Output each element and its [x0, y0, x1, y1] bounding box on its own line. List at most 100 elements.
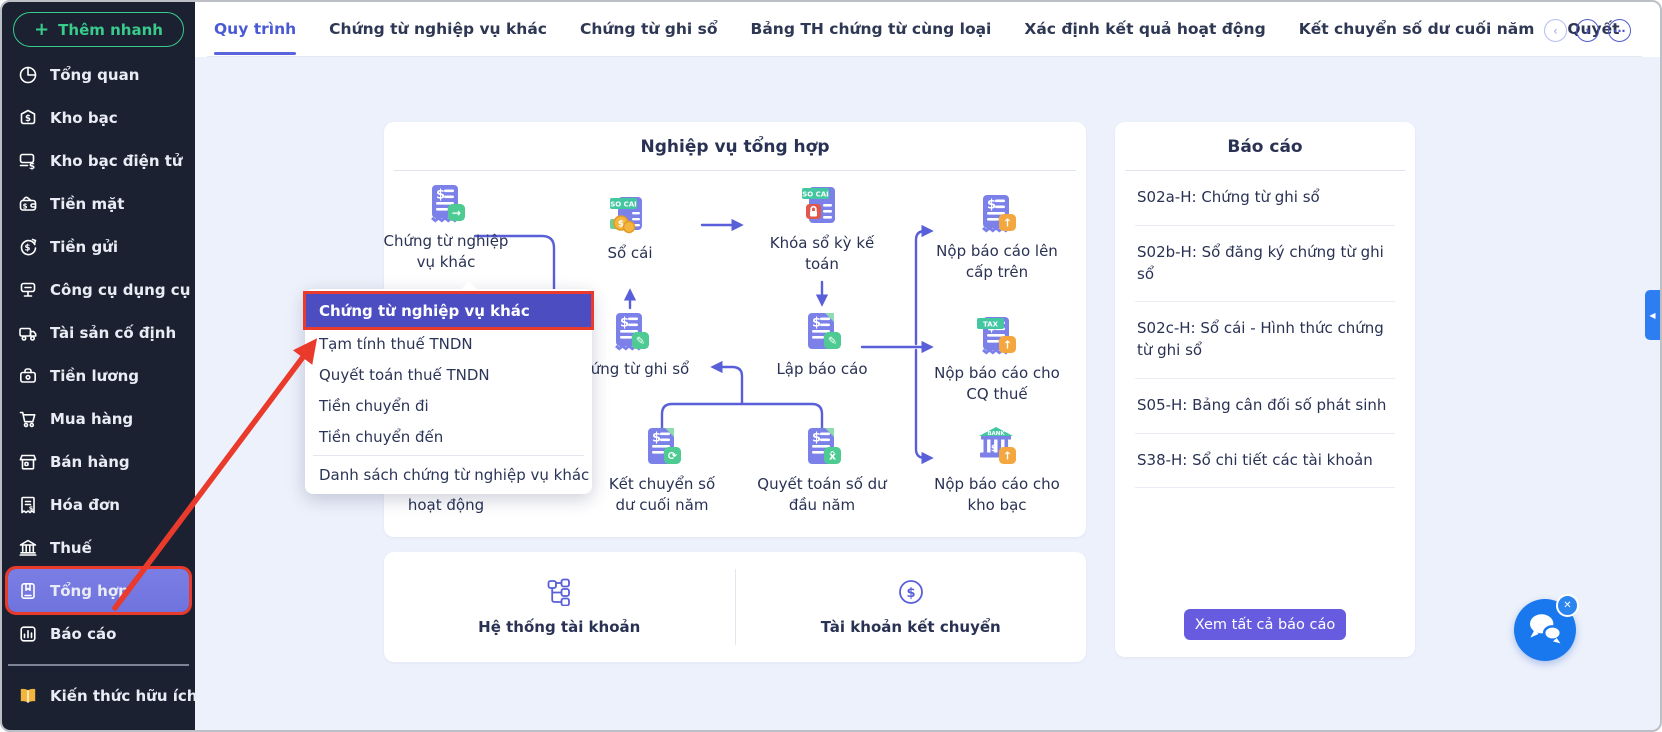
flow-node-label: Khóa sổ kỳ kế toán [769, 234, 875, 273]
tab-ket-chuyen-so-du-cuoi-nam[interactable]: Kết chuyển số dư cuối năm [1299, 2, 1535, 56]
sidebar-item-tong-quan[interactable]: Tổng quan [8, 53, 189, 96]
flow-node-n1[interactable]: $ → Chứng từ nghiệp vụ khác [381, 182, 511, 272]
svg-text:$: $ [987, 198, 996, 213]
treasury-icon: $ [18, 108, 38, 128]
doc-calc-icon: $ x̂ [800, 425, 844, 469]
panel-collapse-tab[interactable]: ◀ [1645, 290, 1660, 340]
tab-list: Quy trình Chứng từ nghiệp vụ khác Chứng từ… [195, 2, 1660, 56]
tab-chung-tu-ghi-so[interactable]: Chứng từ ghi sổ [580, 2, 718, 56]
context-menu: Chứng từ nghiệp vụ khác Tạm tính thuế TND… [303, 281, 594, 494]
svg-text:$: $ [29, 504, 34, 512]
sidebar-item-tien-mat[interactable]: $ Tiền mặt [8, 182, 189, 225]
sidebar-item-label: Tổng quan [50, 65, 140, 84]
sidebar-item-tong-hop[interactable]: Tổng hợp [5, 566, 192, 615]
fixed-asset-icon [18, 323, 38, 343]
svg-text:$: $ [436, 188, 445, 203]
flow-node-label: Lập báo cáo [776, 360, 868, 378]
menu-item-tien-chuyen-di[interactable]: Tiền chuyển đi [305, 390, 592, 421]
sidebar-item-mua-hang[interactable]: Mua hàng [8, 397, 189, 440]
flow-node-n2[interactable]: SO CAI $ Sổ cái [565, 194, 695, 264]
tab-bang-th-chung-tu-cung-loai[interactable]: Bảng TH chứng từ cùng loại [751, 2, 992, 56]
report-item-s38-h[interactable]: S38-H: Sổ chi tiết các tài khoản [1135, 434, 1395, 489]
report-item-s02c-h[interactable]: S02c-H: Sổ cái - Hình thức chứng từ ghi … [1135, 302, 1395, 379]
sidebar-item-kho-bac-dien-tu[interactable]: $ Kho bạc điện tử [8, 139, 189, 182]
flow-node-n9[interactable]: $ ⟳ Kết chuyển số dư cuối năm [597, 425, 727, 515]
svg-text:$: $ [25, 243, 31, 253]
sidebar-item-kho-bac[interactable]: $ Kho bạc [8, 96, 189, 139]
dollar-circle-icon: $ [897, 578, 925, 610]
pie-chart-icon [18, 65, 38, 85]
chat-support-button[interactable]: ✕ [1514, 594, 1579, 661]
chevron-right-icon[interactable]: › [1576, 19, 1599, 42]
doc-arrow-icon: $ → [424, 182, 468, 226]
sidebar-item-label: Tài sản cố định [50, 323, 177, 342]
svg-text:x̂: x̂ [829, 450, 836, 463]
sidebar-item-thue[interactable]: Thuế [8, 526, 189, 569]
quick-add-label: Thêm nhanh [58, 20, 163, 39]
account-system-label: Hệ thống tài khoản [478, 618, 641, 636]
sidebar-item-label: Tiền mặt [50, 194, 125, 213]
report-item-s02b-h[interactable]: S02b-H: Sổ đăng ký chứng từ ghi sổ [1135, 226, 1395, 303]
svg-text:TAX: TAX [983, 321, 999, 329]
report-list: S02a-H: Chứng từ ghi sổ S02b-H: Sổ đăng k… [1115, 171, 1415, 489]
menu-item-tam-tinh-thue-tndn[interactable]: Tạm tính thuế TNDN [305, 328, 592, 359]
flow-node-n6[interactable]: $ ✎ Lập báo cáo [757, 310, 887, 380]
flow-node-n3[interactable]: SO CAI Khóa sổ kỳ kế toán [757, 184, 887, 274]
sidebar-item-hoa-don[interactable]: $ Hóa đơn [8, 483, 189, 526]
sidebar: + Thêm nhanh Tổng quan $ Kho bạc $ Kho bạc đ… [2, 2, 197, 731]
chevron-left-icon[interactable]: ‹ [1544, 19, 1567, 42]
flow-node-n4[interactable]: $ ↑ Nộp báo cáo lên cấp trên [932, 192, 1062, 282]
links-card: Hệ thống tài khoản $ Tài khoản kết chuyể… [384, 552, 1086, 662]
tabbar-divider [207, 56, 1642, 57]
tab-quy-trinh[interactable]: Quy trình [214, 2, 297, 56]
menu-item-quyet-toan-thue-tndn[interactable]: Quyết toán thuế TNDN [305, 359, 592, 390]
sidebar-item-tai-san-co-dinh[interactable]: Tài sản cố định [8, 311, 189, 354]
reports-title: Báo cáo [1227, 137, 1303, 157]
svg-text:$: $ [29, 162, 35, 171]
menu-item-danh-sach-chung-tu-nghiep-vu-khac[interactable]: Danh sách chứng từ nghiệp vụ khác [305, 459, 592, 490]
sidebar-item-ban-hang[interactable]: Bán hàng [8, 440, 189, 483]
quick-add-button[interactable]: + Thêm nhanh [13, 12, 184, 47]
svg-text:$: $ [812, 431, 821, 446]
report-item-s05-h[interactable]: S05-H: Bảng cân đối số phát sinh [1135, 379, 1395, 434]
sidebar-item-label: Mua hàng [50, 409, 134, 428]
svg-text:BANK: BANK [987, 431, 1005, 437]
sidebar-item-tien-gui[interactable]: $ Tiền gửi [8, 225, 189, 268]
reports-card: Báo cáo S02a-H: Chứng từ ghi sổ S02b-H: S… [1115, 122, 1415, 657]
sidebar-item-cong-cu-dung-cu[interactable]: Công cụ dụng cụ [8, 268, 190, 311]
sidebar-item-label: Bán hàng [50, 452, 130, 471]
ellipsis-icon[interactable]: ⋯ [1608, 19, 1631, 42]
sidebar-item-kien-thuc-huu-ich[interactable]: Kiến thức hữu ích [8, 675, 197, 718]
flow-node-n7[interactable]: $ TAX↑Nộp báo cáo cho CQ thuế [932, 314, 1062, 404]
doc-pencil2-icon: $ ✎ [800, 310, 844, 354]
tab-chung-tu-nghiep-vu-khac[interactable]: Chứng từ nghiệp vụ khác [329, 2, 547, 56]
svg-text:SO CAI: SO CAI [802, 191, 829, 199]
tab-xac-dinh-ket-qua-hoat-dong[interactable]: Xác định kết quả hoạt động [1024, 2, 1265, 56]
sidebar-item-bao-cao[interactable]: Báo cáo [8, 612, 189, 655]
cash-icon: $ [18, 194, 38, 214]
sidebar-item-label: Tiền gửi [50, 237, 119, 256]
sidebar-divider [8, 664, 189, 666]
sidebar-item-tien-luong[interactable]: Tiền lương [8, 354, 189, 397]
salary-icon [18, 366, 38, 386]
transfer-account-label: Tài khoản kết chuyển [820, 618, 1001, 636]
menu-item-tien-chuyen-den[interactable]: Tiền chuyển đến [305, 421, 592, 452]
bank-up-icon: BANK $ ↑ [975, 425, 1019, 469]
account-system-link[interactable]: Hệ thống tài khoản [384, 552, 735, 662]
sidebar-menu: Tổng quan $ Kho bạc $ Kho bạc điện tử $ Tiền m… [2, 53, 197, 731]
context-menu-list: Chứng từ nghiệp vụ khác Tạm tính thuế TND… [303, 291, 594, 490]
flow-node-n10[interactable]: $ x̂ Quyết toán số dư đầu năm [757, 425, 887, 515]
menu-item-chung-tu-nghiep-vu-khac[interactable]: Chứng từ nghiệp vụ khác [303, 291, 594, 330]
chat-close-badge[interactable]: ✕ [1556, 594, 1579, 617]
svg-text:$: $ [652, 431, 661, 446]
sidebar-item-ke-toan-dich-vu[interactable]: Kế toán dịch vụ [8, 718, 189, 731]
svg-text:$: $ [906, 586, 915, 601]
ledger-lock-icon: SO CAI [800, 184, 844, 228]
tax-up-icon: $ TAX↑ [975, 314, 1019, 358]
flow-node-n11[interactable]: BANK $ ↑ Nộp báo cáo cho kho bạc [932, 425, 1062, 515]
transfer-account-link[interactable]: $ Tài khoản kết chuyển [736, 552, 1087, 662]
flow-node-label: Quyết toán số dư đầu năm [757, 475, 887, 514]
report-icon [18, 624, 38, 644]
report-item-s02a-h[interactable]: S02a-H: Chứng từ ghi sổ [1135, 171, 1395, 226]
view-all-reports-button[interactable]: Xem tất cả báo cáo [1184, 609, 1346, 640]
